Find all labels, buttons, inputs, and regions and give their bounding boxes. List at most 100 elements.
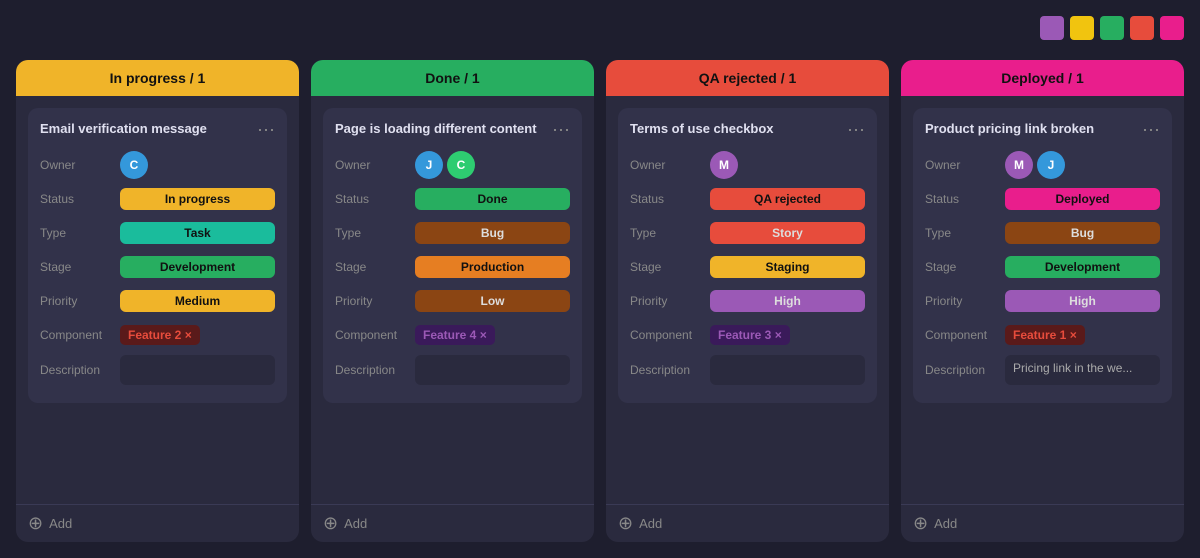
status-row: StatusDone xyxy=(335,185,570,213)
owner-avatars: JC xyxy=(415,151,570,179)
card-title: Terms of use checkbox xyxy=(630,120,839,138)
status-label: Status xyxy=(40,192,120,206)
type-value[interactable]: Story xyxy=(710,222,865,244)
priority-value[interactable]: Low xyxy=(415,290,570,312)
avatar[interactable]: M xyxy=(1005,151,1033,179)
avatar[interactable]: J xyxy=(415,151,443,179)
component-tag[interactable]: Feature 4 × xyxy=(415,325,570,345)
description-row: Description xyxy=(630,355,865,385)
add-button-done[interactable]: ⊕Add xyxy=(311,504,594,542)
stage-label: Stage xyxy=(925,260,1005,274)
column-header-qa-rejected: QA rejected / 1 xyxy=(606,60,889,96)
owner-avatars: C xyxy=(120,151,275,179)
color-dot-3[interactable] xyxy=(1130,16,1154,40)
status-row: StatusDeployed xyxy=(925,185,1160,213)
avatar[interactable]: C xyxy=(120,151,148,179)
description-value[interactable] xyxy=(710,355,865,385)
stage-row: StageProduction xyxy=(335,253,570,281)
card-title: Page is loading different content xyxy=(335,120,544,138)
card-menu-icon[interactable]: ⋯ xyxy=(544,120,570,141)
description-row: Description xyxy=(335,355,570,385)
priority-row: PriorityLow xyxy=(335,287,570,315)
status-badge[interactable]: QA rejected xyxy=(710,188,865,210)
card-title-row: Product pricing link broken⋯ xyxy=(925,120,1160,141)
component-row: ComponentFeature 4 × xyxy=(335,321,570,349)
add-button-deployed[interactable]: ⊕Add xyxy=(901,504,1184,542)
priority-value[interactable]: Medium xyxy=(120,290,275,312)
priority-value[interactable]: High xyxy=(710,290,865,312)
card-menu-icon[interactable]: ⋯ xyxy=(839,120,865,141)
card-title-row: Terms of use checkbox⋯ xyxy=(630,120,865,141)
add-button-in-progress[interactable]: ⊕ Add xyxy=(16,504,299,542)
component-row: ComponentFeature 2 × xyxy=(40,321,275,349)
color-dot-4[interactable] xyxy=(1160,16,1184,40)
description-value[interactable] xyxy=(415,355,570,385)
component-label: Component xyxy=(925,328,1005,342)
owner-row: OwnerJC xyxy=(335,151,570,179)
component-tag[interactable]: Feature 2 × xyxy=(120,325,275,345)
add-icon: ⊕ xyxy=(913,513,928,534)
owner-row: OwnerC xyxy=(40,151,275,179)
priority-value[interactable]: High xyxy=(1005,290,1160,312)
column-body-deployed: Product pricing link broken⋯OwnerMJStatu… xyxy=(901,96,1184,504)
card-title-row: Page is loading different content⋯ xyxy=(335,120,570,141)
owner-label: Owner xyxy=(335,158,415,172)
status-badge[interactable]: Done xyxy=(415,188,570,210)
column-body-done: Page is loading different content⋯ OwnerJ… xyxy=(311,96,594,504)
priority-label: Priority xyxy=(630,294,710,308)
color-dot-1[interactable] xyxy=(1070,16,1094,40)
card-menu-icon[interactable]: ⋯ xyxy=(249,120,275,141)
owner-avatars: M xyxy=(710,151,865,179)
avatar[interactable]: M xyxy=(710,151,738,179)
add-icon: ⊕ xyxy=(28,513,43,534)
add-icon: ⊕ xyxy=(618,513,633,534)
stage-value[interactable]: Production xyxy=(415,256,570,278)
card-menu-icon[interactable]: ⋯ xyxy=(1134,120,1160,141)
status-badge[interactable]: Deployed xyxy=(1005,188,1160,210)
add-label: Add xyxy=(639,516,662,531)
add-label: Add xyxy=(49,516,72,531)
type-row: TypeBug xyxy=(925,219,1160,247)
stage-value[interactable]: Development xyxy=(1005,256,1160,278)
add-button-qa-rejected[interactable]: ⊕ Add xyxy=(606,504,889,542)
stage-value[interactable]: Development xyxy=(120,256,275,278)
description-value[interactable] xyxy=(120,355,275,385)
color-dot-2[interactable] xyxy=(1100,16,1124,40)
description-label: Description xyxy=(630,363,710,377)
avatar[interactable]: C xyxy=(447,151,475,179)
component-row: ComponentFeature 1 × xyxy=(925,321,1160,349)
description-row: DescriptionPricing link in the we... xyxy=(925,355,1160,385)
component-label: Component xyxy=(40,328,120,342)
component-tag[interactable]: Feature 1 × xyxy=(1005,325,1160,345)
avatar[interactable]: J xyxy=(1037,151,1065,179)
status-row: StatusQA rejected xyxy=(630,185,865,213)
status-badge[interactable]: In progress xyxy=(120,188,275,210)
priority-row: PriorityMedium xyxy=(40,287,275,315)
component-tag[interactable]: Feature 3 × xyxy=(710,325,865,345)
column-body-qa-rejected: Terms of use checkbox⋯OwnerMStatusQA rej… xyxy=(606,96,889,504)
column-body-in-progress: Email verification message⋯ OwnerC StatusI… xyxy=(16,96,299,504)
status-label: Status xyxy=(630,192,710,206)
column-header-deployed: Deployed / 1 xyxy=(901,60,1184,96)
card-qa-rejected-0: Terms of use checkbox⋯OwnerMStatusQA rej… xyxy=(618,108,877,403)
add-label: Add xyxy=(344,516,367,531)
stage-label: Stage xyxy=(40,260,120,274)
column-deployed: Deployed / 1Product pricing link broken⋯… xyxy=(901,60,1184,542)
priority-row: PriorityHigh xyxy=(630,287,865,315)
card-title: Product pricing link broken xyxy=(925,120,1134,138)
owner-avatars: MJ xyxy=(1005,151,1160,179)
column-qa-rejected: QA rejected / 1 Terms of use checkbox⋯Own… xyxy=(606,60,889,542)
card-title-row: Email verification message⋯ xyxy=(40,120,275,141)
priority-row: PriorityHigh xyxy=(925,287,1160,315)
description-value[interactable]: Pricing link in the we... xyxy=(1005,355,1160,385)
stage-value[interactable]: Staging xyxy=(710,256,865,278)
component-label: Component xyxy=(630,328,710,342)
type-value[interactable]: Bug xyxy=(415,222,570,244)
color-dot-0[interactable] xyxy=(1040,16,1064,40)
type-label: Type xyxy=(335,226,415,240)
priority-label: Priority xyxy=(40,294,120,308)
description-label: Description xyxy=(335,363,415,377)
type-value[interactable]: Bug xyxy=(1005,222,1160,244)
component-row: ComponentFeature 3 × xyxy=(630,321,865,349)
type-value[interactable]: Task xyxy=(120,222,275,244)
